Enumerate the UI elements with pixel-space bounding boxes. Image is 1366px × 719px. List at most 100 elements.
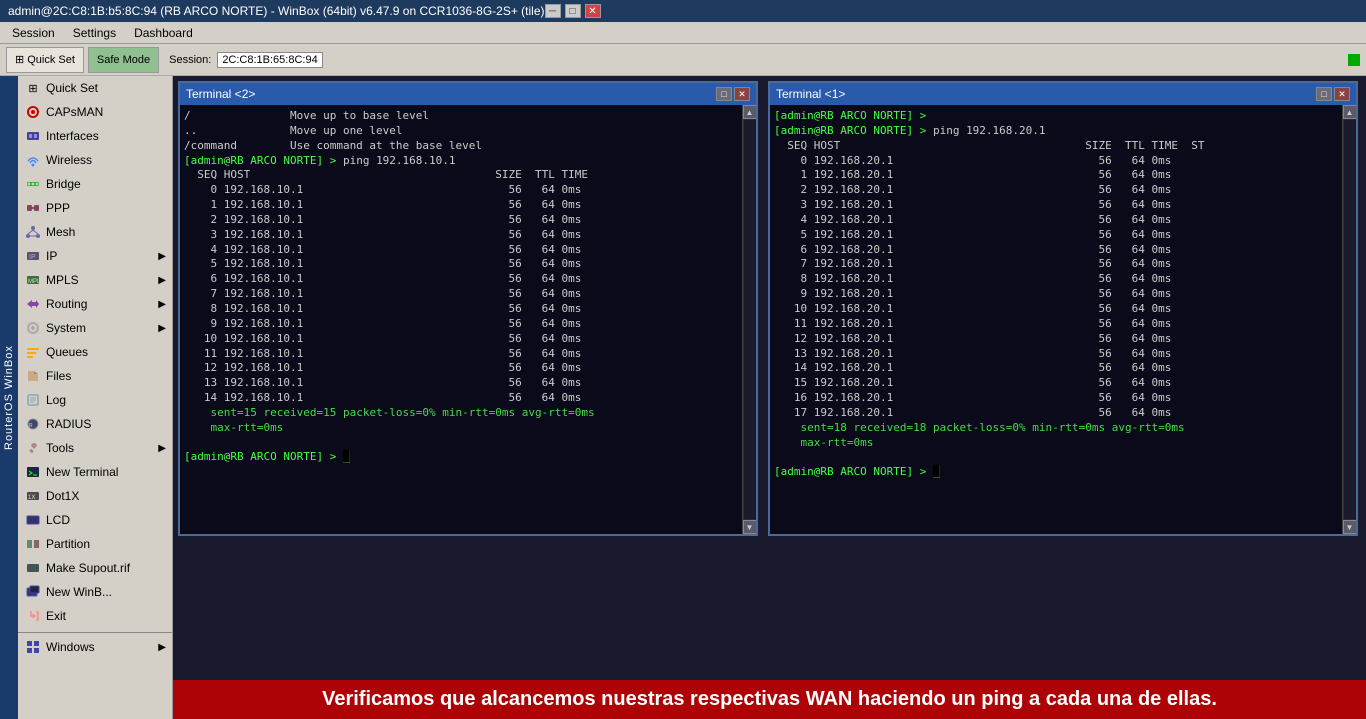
terminal-2-maximize-button[interactable]: □ bbox=[716, 87, 732, 101]
system-arrow: ▶ bbox=[158, 323, 166, 334]
tools-arrow: ▶ bbox=[158, 443, 166, 454]
sidebar-item-dot1x[interactable]: 1X Dot1X bbox=[18, 484, 172, 508]
sidebar-item-routing[interactable]: Routing ▶ bbox=[18, 292, 172, 316]
quick-set-button[interactable]: ⊞ Quick Set bbox=[6, 47, 84, 73]
terminal-1-titlebar[interactable]: Terminal <1> □ ✕ bbox=[770, 83, 1356, 105]
session-value: 2C:C8:1B:65:8C:94 bbox=[217, 52, 322, 68]
subtitle-text: Verificamos que alcancemos nuestras resp… bbox=[322, 688, 1217, 710]
content-area: Terminal <2> □ ✕ / Move up to base level… bbox=[173, 76, 1366, 719]
sidebar-item-windows[interactable]: Windows ▶ bbox=[18, 635, 172, 659]
sidebar-item-bridge[interactable]: Bridge bbox=[18, 172, 172, 196]
terminal-2-scroll-down[interactable]: ▼ bbox=[743, 520, 757, 534]
sidebar-item-ip[interactable]: IP IP ▶ bbox=[18, 244, 172, 268]
sidebar-item-exit[interactable]: Exit bbox=[18, 604, 172, 628]
wireless-icon bbox=[24, 151, 42, 169]
menu-dashboard[interactable]: Dashboard bbox=[126, 24, 201, 42]
terminal-2-window: Terminal <2> □ ✕ / Move up to base level… bbox=[178, 81, 758, 536]
tools-icon bbox=[24, 439, 42, 457]
sidebar-item-tools[interactable]: Tools ▶ bbox=[18, 436, 172, 460]
sidebar-item-system[interactable]: System ▶ bbox=[18, 316, 172, 340]
menu-session[interactable]: Session bbox=[4, 24, 63, 42]
mesh-icon bbox=[24, 223, 42, 241]
capsman-icon bbox=[24, 103, 42, 121]
files-icon bbox=[24, 367, 42, 385]
terminal-2-close-button[interactable]: ✕ bbox=[734, 87, 750, 101]
ip-icon: IP bbox=[24, 247, 42, 265]
ip-arrow: ▶ bbox=[158, 251, 166, 262]
sidebar: ⊞ Quick Set CAPsMAN Interfaces Wireless bbox=[18, 76, 173, 719]
new-terminal-icon bbox=[24, 463, 42, 481]
sidebar-item-quick-set[interactable]: ⊞ Quick Set bbox=[18, 76, 172, 100]
terminal-2-scroll-up[interactable]: ▲ bbox=[743, 105, 757, 119]
sidebar-item-capsman[interactable]: CAPsMAN bbox=[18, 100, 172, 124]
system-icon bbox=[24, 319, 42, 337]
terminal-1-text: [admin@RB ARCO NORTE] > [admin@RB ARCO N… bbox=[774, 109, 1338, 480]
terminal-2-title: Terminal <2> bbox=[186, 87, 716, 101]
exit-icon bbox=[24, 607, 42, 625]
terminal-2-scrollbar[interactable]: ▲ ▼ bbox=[742, 105, 756, 534]
minimize-button[interactable]: ─ bbox=[545, 4, 561, 18]
terminal-2-body[interactable]: / Move up to base level .. Move up one l… bbox=[180, 105, 742, 534]
titlebar-controls: ─ □ ✕ bbox=[545, 4, 601, 18]
sidebar-item-radius[interactable]: R RADIUS bbox=[18, 412, 172, 436]
log-icon bbox=[24, 391, 42, 409]
session-label: Session: bbox=[169, 54, 211, 66]
sidebar-item-new-terminal[interactable]: New Terminal bbox=[18, 460, 172, 484]
sidebar-item-interfaces[interactable]: Interfaces bbox=[18, 124, 172, 148]
bridge-icon bbox=[24, 175, 42, 193]
toolbar: ⊞ Quick Set Safe Mode Session: 2C:C8:1B:… bbox=[0, 44, 1366, 76]
safe-mode-button[interactable]: Safe Mode bbox=[88, 47, 159, 73]
windows-arrow: ▶ bbox=[158, 642, 166, 653]
titlebar: admin@2C:C8:1B:b5:8C:94 (RB ARCO NORTE) … bbox=[0, 0, 1366, 22]
sidebar-item-new-winbox[interactable]: New WinB... bbox=[18, 580, 172, 604]
menubar: Session Settings Dashboard bbox=[0, 22, 1366, 44]
terminal-1-scroll-down[interactable]: ▼ bbox=[1343, 520, 1357, 534]
terminal-1-scrollbar[interactable]: ▲ ▼ bbox=[1342, 105, 1356, 534]
terminal-2-content-wrap: / Move up to base level .. Move up one l… bbox=[180, 105, 756, 534]
routing-arrow: ▶ bbox=[158, 299, 166, 310]
partition-icon bbox=[24, 535, 42, 553]
terminal-1-maximize-button[interactable]: □ bbox=[1316, 87, 1332, 101]
sidebar-item-mesh[interactable]: Mesh bbox=[18, 220, 172, 244]
terminal-2-text: / Move up to base level .. Move up one l… bbox=[184, 109, 738, 465]
svg-text:MPLS: MPLS bbox=[28, 279, 40, 285]
subtitle-bar: Verificamos que alcancemos nuestras resp… bbox=[173, 680, 1366, 719]
sidebar-item-log[interactable]: Log bbox=[18, 388, 172, 412]
terminal-2-controls: □ ✕ bbox=[716, 87, 750, 101]
interfaces-icon bbox=[24, 127, 42, 145]
sidebar-item-wireless[interactable]: Wireless bbox=[18, 148, 172, 172]
windows-icon bbox=[24, 638, 42, 656]
queues-icon bbox=[24, 343, 42, 361]
terminal-1-controls: □ ✕ bbox=[1316, 87, 1350, 101]
mpls-arrow: ▶ bbox=[158, 275, 166, 286]
terminal-1-window: Terminal <1> □ ✕ [admin@RB ARCO NORTE] >… bbox=[768, 81, 1358, 536]
svg-text:1X: 1X bbox=[28, 495, 35, 501]
quick-set-icon: ⊞ bbox=[15, 53, 24, 66]
sidebar-item-make-supout[interactable]: Make Supout.rif bbox=[18, 556, 172, 580]
terminal-1-body[interactable]: [admin@RB ARCO NORTE] > [admin@RB ARCO N… bbox=[770, 105, 1342, 534]
make-supout-icon bbox=[24, 559, 42, 577]
terminal-1-close-button[interactable]: ✕ bbox=[1334, 87, 1350, 101]
terminal-1-scroll-up[interactable]: ▲ bbox=[1343, 105, 1357, 119]
sidebar-item-mpls[interactable]: MPLS MPLS ▶ bbox=[18, 268, 172, 292]
sidebar-item-partition[interactable]: Partition bbox=[18, 532, 172, 556]
sidebar-item-queues[interactable]: Queues bbox=[18, 340, 172, 364]
terminal-2-titlebar[interactable]: Terminal <2> □ ✕ bbox=[180, 83, 756, 105]
close-button[interactable]: ✕ bbox=[585, 4, 601, 18]
dot1x-icon: 1X bbox=[24, 487, 42, 505]
maximize-button[interactable]: □ bbox=[565, 4, 581, 18]
menu-settings[interactable]: Settings bbox=[65, 24, 124, 42]
sidebar-item-files[interactable]: Files bbox=[18, 364, 172, 388]
routing-icon bbox=[24, 295, 42, 313]
ppp-icon bbox=[24, 199, 42, 217]
terminal-1-scroll-track[interactable] bbox=[1344, 120, 1356, 519]
main-layout: RouterOS WinBox ⊞ Quick Set CAPsMAN Inte… bbox=[0, 76, 1366, 719]
sidebar-item-ppp[interactable]: PPP bbox=[18, 196, 172, 220]
sidebar-item-lcd[interactable]: LCD bbox=[18, 508, 172, 532]
svg-text:R: R bbox=[29, 423, 33, 429]
svg-text:IP: IP bbox=[29, 254, 36, 261]
terminal-2-scroll-track[interactable] bbox=[744, 120, 756, 519]
radius-icon: R bbox=[24, 415, 42, 433]
quick-set-icon: ⊞ bbox=[24, 79, 42, 97]
terminal-1-title: Terminal <1> bbox=[776, 87, 1316, 101]
